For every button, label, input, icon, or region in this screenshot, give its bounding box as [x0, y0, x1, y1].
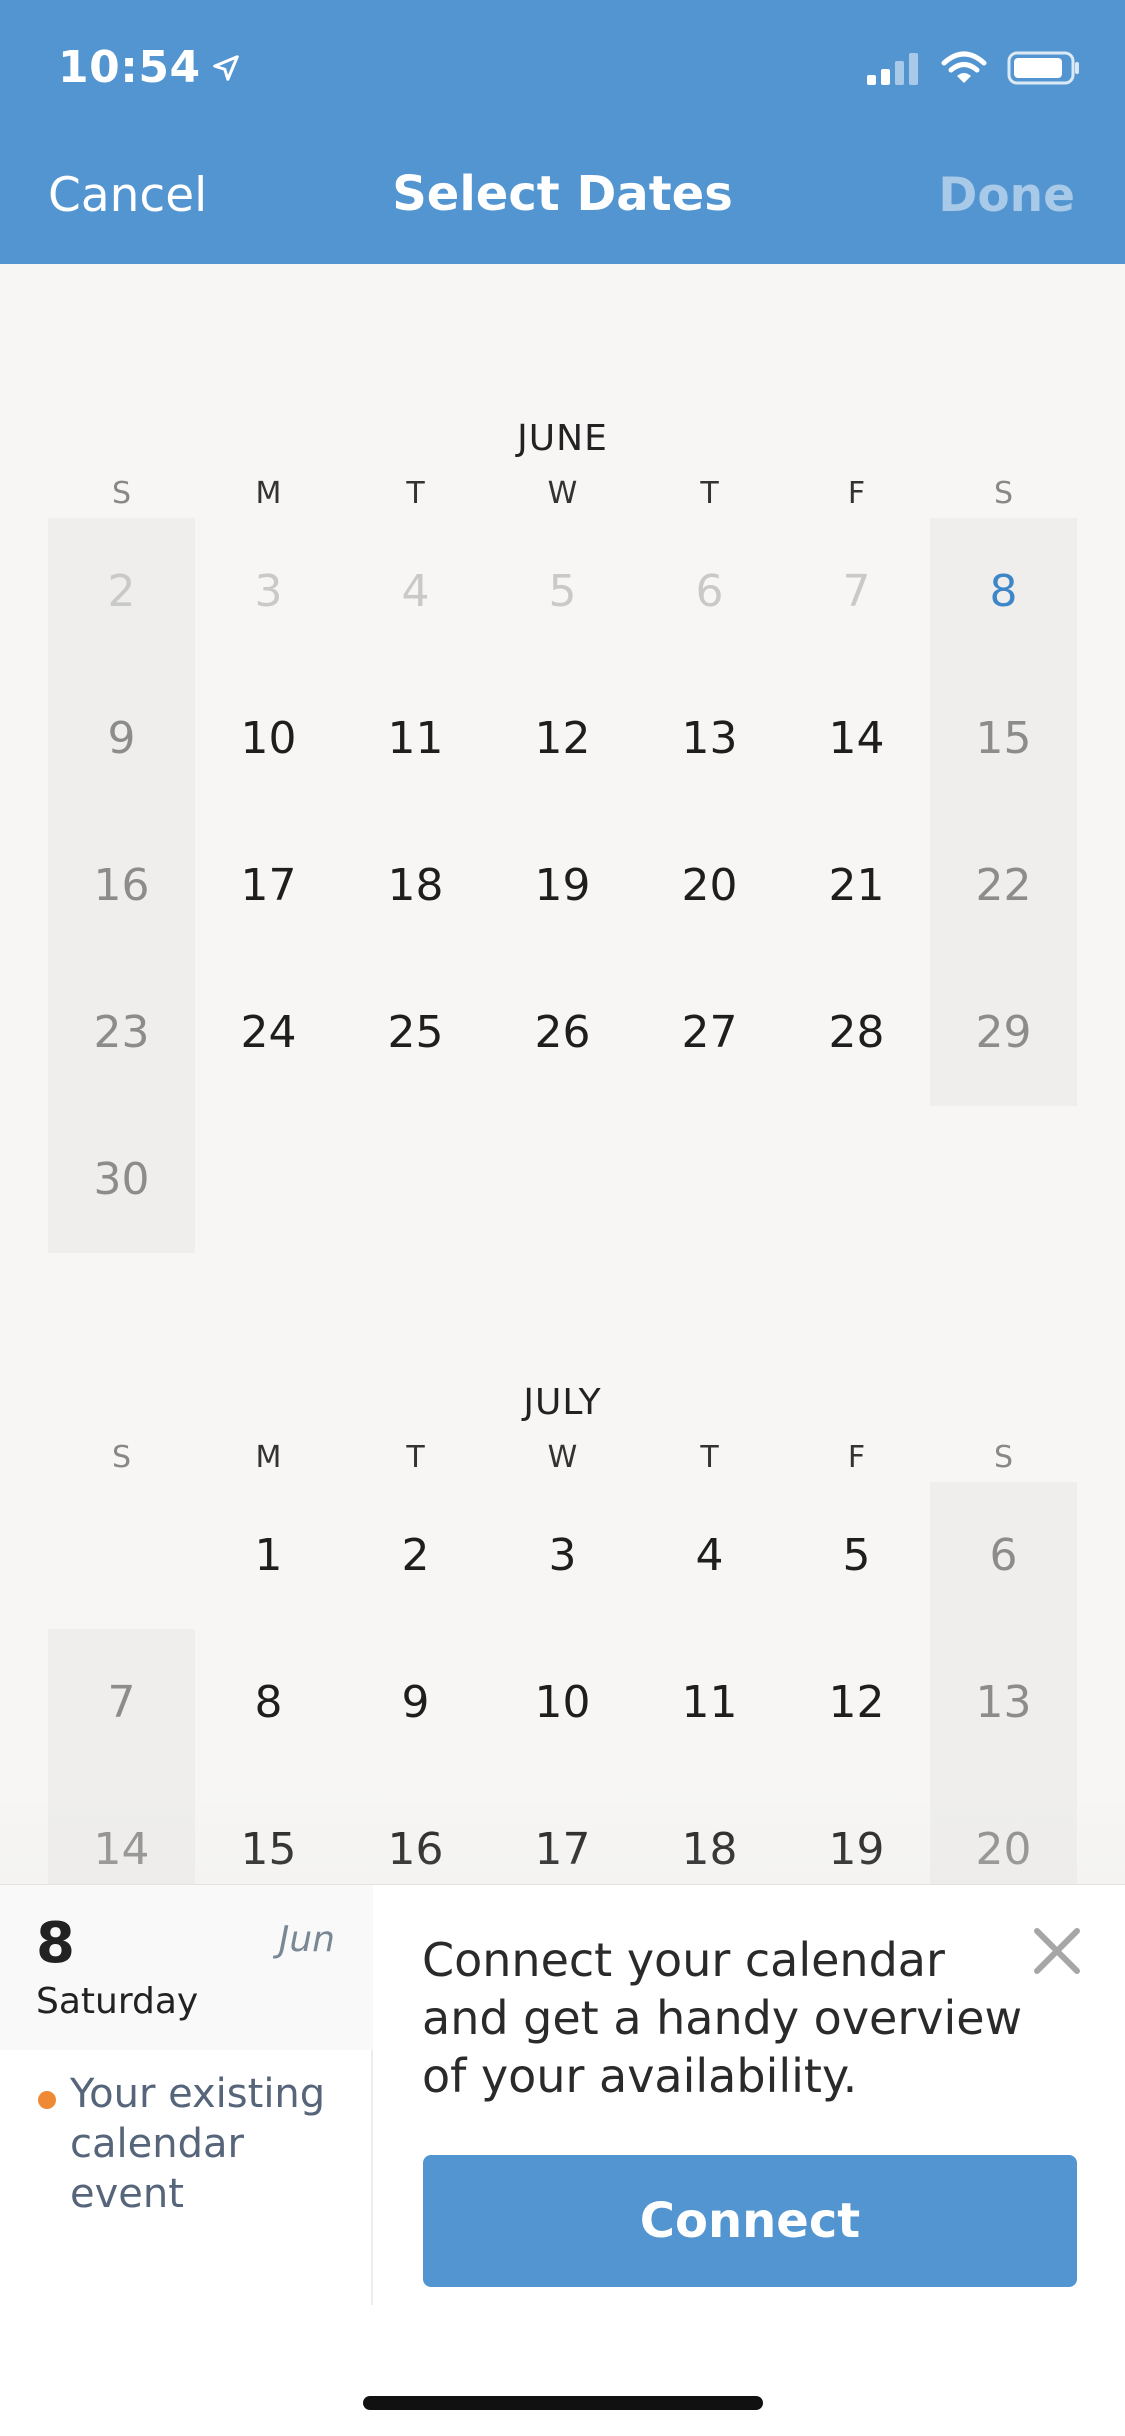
day-cell[interactable]: 28: [783, 959, 930, 1106]
day-cell: 3: [254, 566, 283, 617]
done-button[interactable]: Done: [938, 168, 1075, 223]
weekday-header: W: [547, 1440, 578, 1475]
day-cell[interactable]: 22: [930, 812, 1077, 959]
day-cell[interactable]: 3: [489, 1482, 636, 1629]
day-cell[interactable]: 20: [636, 812, 783, 959]
day-cell[interactable]: 15: [195, 1776, 342, 1884]
day-number: 8: [36, 1911, 75, 1976]
day-cell[interactable]: 8: [195, 1629, 342, 1776]
day-cell[interactable]: 11: [342, 665, 489, 812]
day-cell: 6: [695, 566, 724, 617]
weekday-header: S: [111, 1440, 132, 1475]
day-cell[interactable]: 10: [195, 665, 342, 812]
day-cell[interactable]: 4: [636, 1482, 783, 1629]
day-cell[interactable]: 14: [48, 1776, 195, 1884]
day-cell: 5: [548, 566, 577, 617]
day-cell[interactable]: 10: [489, 1629, 636, 1776]
battery-icon: [1007, 51, 1079, 85]
weekday-header: M: [255, 476, 282, 511]
status-time-text: 10:54: [58, 42, 201, 93]
day-cell[interactable]: 8: [930, 518, 1077, 665]
day-cell[interactable]: 19: [489, 812, 636, 959]
weekday-header: T: [700, 1440, 719, 1475]
weekday-header: S: [993, 1440, 1014, 1475]
day-cell[interactable]: 12: [489, 665, 636, 812]
weekday-header: T: [406, 476, 425, 511]
day-cell[interactable]: 13: [636, 665, 783, 812]
day-card-header: 8 Jun Saturday: [0, 1885, 373, 2050]
close-icon[interactable]: [1029, 1923, 1085, 1979]
event-label: Your existing calendar event: [70, 2071, 326, 2217]
weekday-header: M: [255, 1440, 282, 1475]
day-cell[interactable]: 13: [930, 1629, 1077, 1776]
day-cell[interactable]: 29: [930, 959, 1077, 1106]
day-cell[interactable]: 17: [195, 812, 342, 959]
day-cell[interactable]: 9: [48, 665, 195, 812]
calendar-scroll[interactable]: JUNE S M T W T F S 2 3 4 5 6 7 8 9 10 11 12 13 14 15 16 17 18 19…: [0, 264, 1125, 1884]
day-cell[interactable]: 18: [342, 812, 489, 959]
connect-calendar-message: Connect your calendar and get a handy ov…: [422, 1933, 1023, 2103]
weekday-header: W: [547, 476, 578, 511]
home-indicator: [363, 2396, 763, 2410]
month-title: JULY: [523, 1382, 602, 1423]
day-cell[interactable]: 12: [783, 1629, 930, 1776]
day-cell: 4: [401, 566, 430, 617]
wifi-icon: [941, 51, 987, 83]
day-cell[interactable]: 5: [783, 1482, 930, 1629]
day-cell[interactable]: 16: [342, 1776, 489, 1884]
day-cell[interactable]: 16: [48, 812, 195, 959]
day-cell[interactable]: 27: [636, 959, 783, 1106]
day-cell[interactable]: 24: [195, 959, 342, 1106]
day-cell: 2: [107, 566, 136, 617]
day-cell[interactable]: 14: [783, 665, 930, 812]
weekday-header: S: [111, 476, 132, 511]
day-weekday: Saturday: [36, 1981, 199, 2022]
weekday-header: F: [847, 1440, 866, 1475]
day-cell[interactable]: 20: [930, 1776, 1077, 1884]
day-cell[interactable]: 2: [342, 1482, 489, 1629]
weekday-header: T: [406, 1440, 425, 1475]
day-cell[interactable]: 19: [783, 1776, 930, 1884]
day-cell[interactable]: 9: [342, 1629, 489, 1776]
weekday-header: S: [993, 476, 1014, 511]
location-arrow-icon: [212, 54, 239, 81]
day-cell[interactable]: 11: [636, 1629, 783, 1776]
nav-header: 10:54 Cancel Select Dates Done: [0, 0, 1125, 264]
month-title: JUNE: [517, 418, 608, 459]
event-dot-icon: [38, 2091, 56, 2109]
day-cell[interactable]: 26: [489, 959, 636, 1106]
day-cell[interactable]: 30: [48, 1106, 195, 1253]
day-cell[interactable]: 15: [930, 665, 1077, 812]
weekday-header: F: [847, 476, 866, 511]
status-indicators: [865, 50, 1081, 86]
connect-button[interactable]: Connect: [423, 2155, 1077, 2287]
signal-icon: [867, 53, 918, 85]
bottom-panel: 8 Jun Saturday Your existing calendar ev…: [0, 1884, 1125, 2436]
day-cell[interactable]: 25: [342, 959, 489, 1106]
day-cell[interactable]: 18: [636, 1776, 783, 1884]
day-cell[interactable]: 1: [195, 1482, 342, 1629]
day-cell[interactable]: 21: [783, 812, 930, 959]
day-cell[interactable]: 17: [489, 1776, 636, 1884]
day-cell[interactable]: 7: [48, 1629, 195, 1776]
day-cell: 7: [842, 566, 871, 617]
day-cell[interactable]: 6: [930, 1482, 1077, 1629]
status-time: 10:54: [58, 42, 241, 93]
day-cell[interactable]: 23: [48, 959, 195, 1106]
day-month: Jun: [278, 1919, 335, 1960]
weekday-header: T: [700, 476, 719, 511]
selected-day-card: 8 Jun Saturday Your existing calendar ev…: [0, 1885, 373, 2305]
